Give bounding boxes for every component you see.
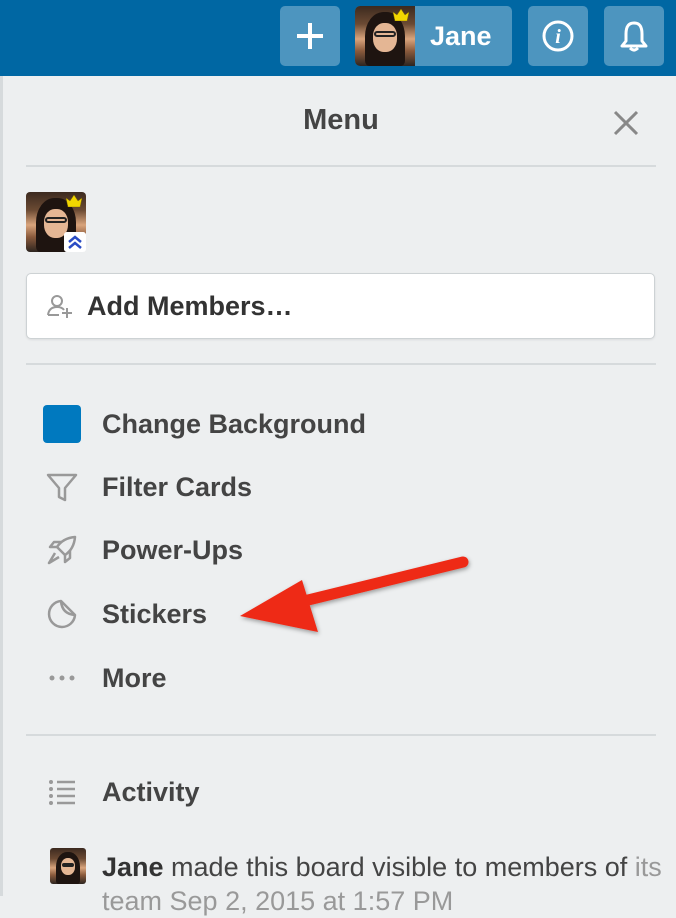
add-member-icon bbox=[47, 295, 72, 318]
menu-item-more[interactable]: More bbox=[42, 656, 542, 700]
user-menu-button[interactable]: Jane bbox=[355, 6, 512, 66]
activity-list-icon bbox=[49, 780, 75, 805]
admin-badge-icon bbox=[64, 232, 86, 252]
menu-item-filter-cards[interactable]: Filter Cards bbox=[42, 465, 542, 509]
divider bbox=[26, 734, 656, 736]
top-header: Jane i bbox=[0, 0, 676, 76]
add-button[interactable] bbox=[280, 6, 340, 66]
add-members-label: Add Members… bbox=[87, 290, 293, 321]
notifications-button[interactable] bbox=[604, 6, 664, 66]
filter-icon bbox=[46, 473, 78, 502]
activity-text: made this board visible to members of bbox=[163, 852, 628, 882]
menu-item-label: Stickers bbox=[102, 598, 208, 629]
divider bbox=[26, 165, 656, 167]
plus-icon bbox=[297, 23, 323, 49]
menu-item-label: Change Background bbox=[102, 408, 367, 439]
menu-item-label: Filter Cards bbox=[102, 471, 253, 502]
user-name: Jane bbox=[430, 20, 492, 51]
sticker-icon bbox=[47, 599, 77, 629]
activity-user-link[interactable]: Jane bbox=[102, 852, 164, 882]
user-avatar bbox=[355, 6, 415, 66]
svg-text:i: i bbox=[555, 26, 561, 48]
menu-item-label: More bbox=[102, 662, 167, 693]
menu-item-label: Power-Ups bbox=[102, 534, 244, 565]
rocket-icon bbox=[47, 535, 77, 565]
bell-icon bbox=[620, 21, 648, 52]
more-icon bbox=[49, 675, 75, 681]
crown-icon bbox=[393, 9, 409, 21]
red-arrow-annotation bbox=[240, 556, 469, 632]
add-members-button[interactable]: Add Members… bbox=[26, 273, 655, 339]
background-swatch bbox=[43, 405, 81, 443]
close-icon[interactable] bbox=[610, 107, 642, 139]
activity-label: Activity bbox=[102, 776, 200, 807]
menu-item-change-background[interactable]: Change Background bbox=[42, 402, 542, 446]
info-button[interactable]: i bbox=[528, 6, 588, 66]
activity-avatar[interactable] bbox=[50, 848, 86, 884]
crown-icon bbox=[66, 195, 82, 207]
divider bbox=[26, 363, 656, 365]
activity-header: Activity bbox=[42, 770, 442, 814]
info-icon: i bbox=[542, 20, 574, 52]
menu-title: Menu bbox=[303, 104, 379, 136]
activity-entry: Jane made this board visible to members … bbox=[102, 850, 662, 918]
